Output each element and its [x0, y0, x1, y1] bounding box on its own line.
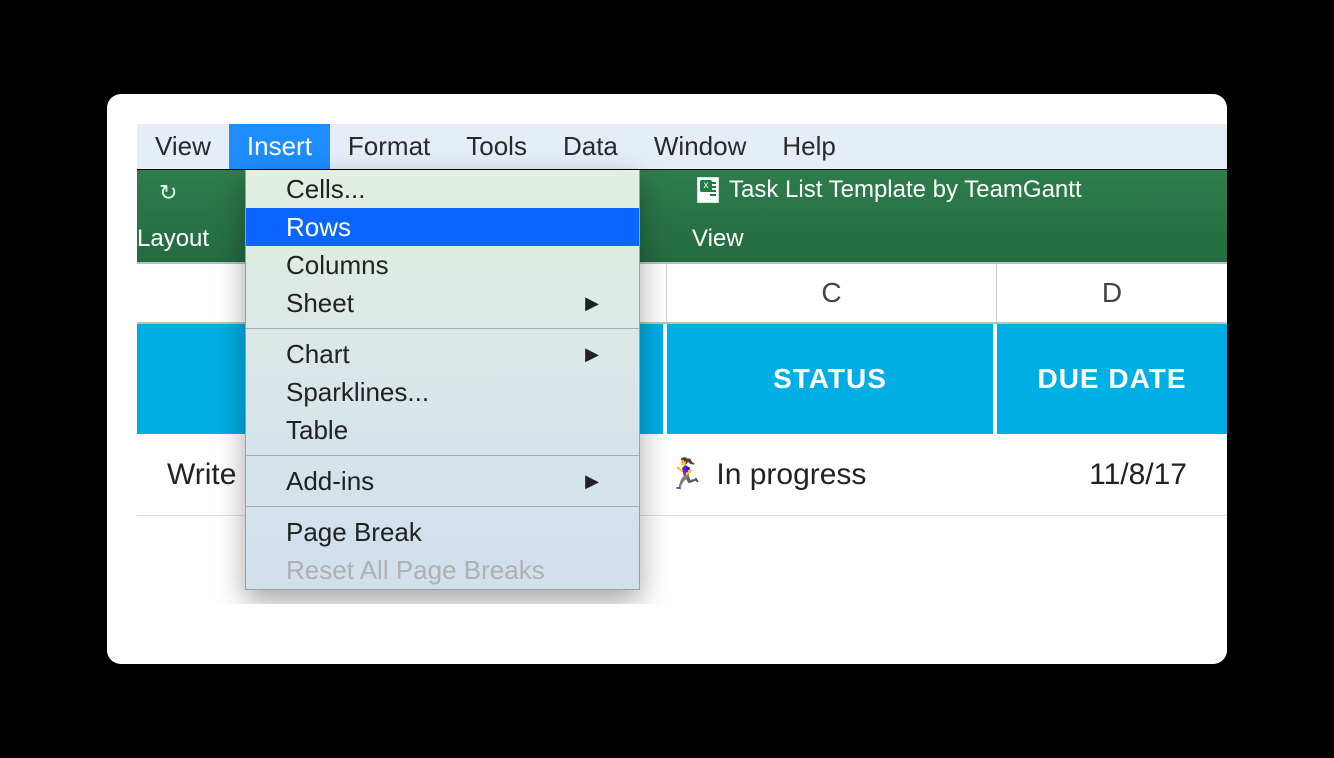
column-header-c[interactable]: C: [667, 264, 997, 322]
insert-dropdown: Cells... Rows Columns Sheet ▶ Chart ▶ Sp…: [245, 170, 640, 590]
dd-chart-label: Chart: [286, 339, 350, 370]
dd-cells-label: Cells...: [286, 174, 365, 205]
dd-separator: [246, 328, 639, 329]
dd-rows-label: Rows: [286, 212, 351, 243]
chevron-right-icon: ▶: [585, 344, 599, 365]
menu-help[interactable]: Help: [764, 124, 853, 169]
app-window: View Insert Format Tools Data Window Hel…: [107, 94, 1227, 664]
dd-separator: [246, 455, 639, 456]
status-text: In progress: [716, 458, 866, 492]
dd-addins-label: Add-ins: [286, 466, 374, 497]
sheet-header-due-date[interactable]: DUE DATE: [997, 324, 1227, 434]
chevron-right-icon: ▶: [585, 471, 599, 492]
menu-view[interactable]: View: [137, 124, 229, 169]
sheet-header-status[interactable]: STATUS: [667, 324, 997, 434]
ribbon-group-layout[interactable]: Layout: [137, 225, 209, 253]
cell-status[interactable]: 🏃‍♀️ In progress: [667, 457, 997, 492]
dd-cells[interactable]: Cells...: [246, 170, 639, 208]
dd-table-label: Table: [286, 415, 348, 446]
document-title: Task List Template by TeamGantt: [697, 176, 1082, 204]
dd-sparklines-label: Sparklines...: [286, 377, 429, 408]
menu-insert[interactable]: Insert: [229, 124, 330, 169]
runner-icon: 🏃‍♀️: [667, 457, 704, 492]
chevron-right-icon: ▶: [585, 293, 599, 314]
menubar: View Insert Format Tools Data Window Hel…: [137, 124, 1227, 170]
dd-table[interactable]: Table: [246, 411, 639, 449]
dd-rows[interactable]: Rows: [246, 208, 639, 246]
menu-tools[interactable]: Tools: [448, 124, 545, 169]
cell-due-date[interactable]: 11/8/17: [997, 458, 1227, 492]
dd-reset-page-breaks-label: Reset All Page Breaks: [286, 555, 545, 586]
dd-addins[interactable]: Add-ins ▶: [246, 462, 639, 500]
menu-window[interactable]: Window: [636, 124, 764, 169]
dd-columns-label: Columns: [286, 250, 389, 281]
dd-sheet-label: Sheet: [286, 288, 354, 319]
ribbon-group-view[interactable]: View: [692, 225, 744, 253]
dd-page-break-label: Page Break: [286, 517, 422, 548]
refresh-icon[interactable]: ↻: [159, 180, 177, 206]
dd-chart[interactable]: Chart ▶: [246, 335, 639, 373]
menu-format[interactable]: Format: [330, 124, 448, 169]
dd-sheet[interactable]: Sheet ▶: [246, 284, 639, 322]
dd-reset-page-breaks: Reset All Page Breaks: [246, 551, 639, 589]
app-inner: View Insert Format Tools Data Window Hel…: [137, 124, 1227, 604]
menu-data[interactable]: Data: [545, 124, 636, 169]
dd-separator: [246, 506, 639, 507]
dd-page-break[interactable]: Page Break: [246, 513, 639, 551]
column-header-d[interactable]: D: [997, 264, 1227, 322]
excel-file-icon: [697, 177, 719, 203]
dd-sparklines[interactable]: Sparklines...: [246, 373, 639, 411]
document-title-text: Task List Template by TeamGantt: [729, 176, 1082, 204]
dd-columns[interactable]: Columns: [246, 246, 639, 284]
